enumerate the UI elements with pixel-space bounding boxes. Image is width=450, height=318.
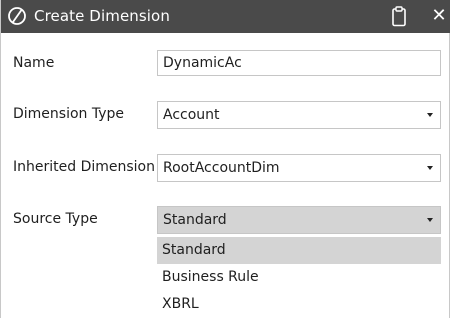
dimension-type-select[interactable]: Account — [157, 101, 441, 129]
create-dimension-dialog: Create Dimension ✕ Name Dimension Type A… — [0, 0, 450, 318]
source-type-select[interactable]: Standard — [157, 206, 441, 234]
source-type-option-xbrl[interactable]: XBRL — [157, 291, 441, 318]
source-type-option-standard[interactable]: Standard — [157, 237, 441, 264]
inherited-dimension-label: Inherited Dimension — [13, 159, 155, 175]
chevron-down-icon — [427, 166, 433, 170]
source-type-option-business-rule[interactable]: Business Rule — [157, 264, 441, 291]
dialog-titlebar: Create Dimension ✕ — [1, 0, 450, 33]
source-type-dropdown: Standard Business Rule XBRL — [157, 236, 441, 318]
inherited-dimension-value: RootAccountDim — [163, 160, 280, 176]
chevron-down-icon — [427, 113, 433, 117]
source-type-label: Source Type — [13, 211, 98, 227]
dimension-type-value: Account — [163, 107, 220, 123]
clipboard-icon[interactable] — [391, 6, 407, 27]
chevron-down-icon — [427, 218, 433, 222]
name-input[interactable] — [157, 50, 441, 76]
dimension-type-label: Dimension Type — [13, 106, 125, 122]
source-type-value: Standard — [163, 212, 227, 228]
dialog-title: Create Dimension — [34, 7, 170, 25]
onestream-logo-icon — [8, 7, 26, 25]
name-label: Name — [13, 55, 55, 71]
inherited-dimension-select[interactable]: RootAccountDim — [157, 154, 441, 182]
close-icon[interactable]: ✕ — [428, 5, 450, 27]
